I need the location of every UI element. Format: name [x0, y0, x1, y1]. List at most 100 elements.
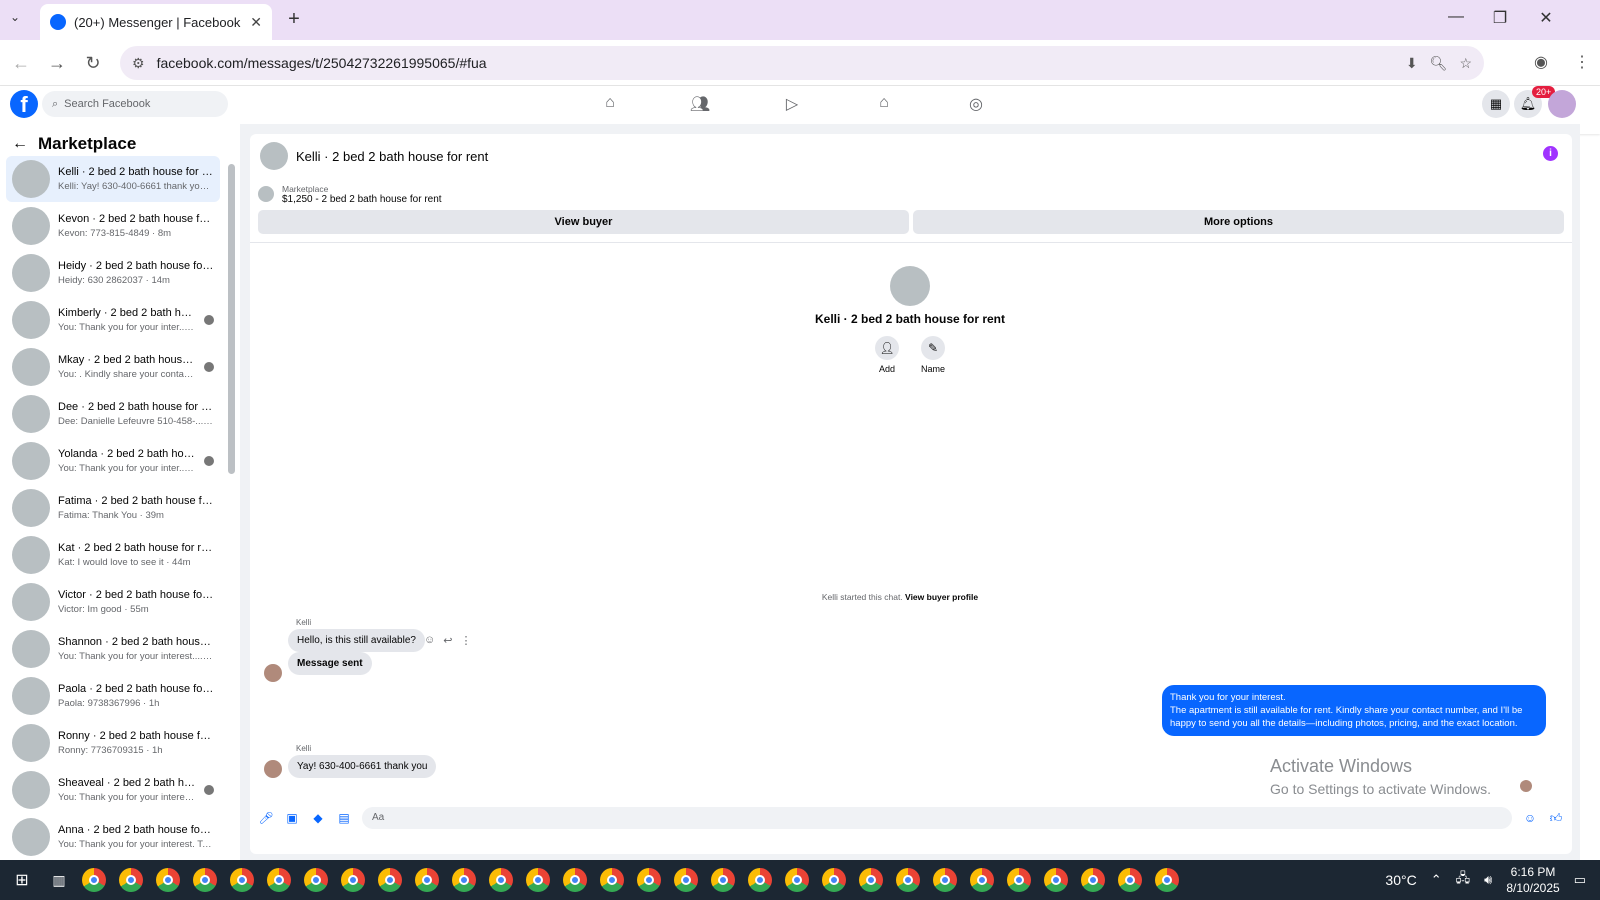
chat-header[interactable]: Kelli · 2 bed 2 bath house for rent: [260, 142, 488, 170]
chrome-taskbar-icon[interactable]: [822, 868, 846, 892]
chrome-taskbar-icon[interactable]: [119, 868, 143, 892]
back-arrow-icon[interactable]: ←: [12, 135, 28, 153]
conversation-item[interactable]: Paola · 2 bed 2 bath house for r... Paola…: [6, 673, 220, 719]
conversation-item[interactable]: Kimberly · 2 bed 2 bath hous... You: Than…: [6, 297, 220, 343]
chrome-taskbar-icon[interactable]: [1007, 868, 1031, 892]
task-view-icon[interactable]: ▥: [44, 872, 74, 889]
thumbs-up-icon[interactable]: 👍︎: [1548, 811, 1564, 826]
conversation-item[interactable]: Yolanda · 2 bed 2 bath house... You: Than…: [6, 438, 220, 484]
sender-avatar[interactable]: [264, 760, 282, 778]
chrome-taskbar-icon[interactable]: [970, 868, 994, 892]
more-options-button[interactable]: More options: [913, 210, 1564, 234]
chrome-taskbar-icon[interactable]: [563, 868, 587, 892]
message-bubble[interactable]: Yay! 630-400-6661 thank you: [288, 755, 437, 778]
chrome-taskbar-icon[interactable]: [82, 868, 106, 892]
conversation-item[interactable]: Dee · 2 bed 2 bath house for rent Dee: Da…: [6, 391, 220, 437]
chrome-taskbar-icon[interactable]: [1081, 868, 1105, 892]
chevron-up-icon[interactable]: ⌃: [1431, 872, 1442, 888]
groups-icon[interactable]: ◎: [964, 94, 988, 116]
chrome-taskbar-icon[interactable]: [267, 868, 291, 892]
name-button[interactable]: ✎ Name: [920, 336, 945, 374]
chrome-taskbar-icon[interactable]: [452, 868, 476, 892]
forward-icon[interactable]: →: [46, 52, 68, 74]
chrome-taskbar-icon[interactable]: [1155, 868, 1179, 892]
facebook-logo[interactable]: f: [10, 90, 38, 118]
restore-icon[interactable]: ❐: [1488, 8, 1512, 28]
gif-icon[interactable]: ▤: [336, 811, 352, 825]
omnibox[interactable]: ⚙ facebook.com/messages/t/25042732261995…: [120, 46, 1484, 80]
listing-summary[interactable]: Marketplace $1,250 - 2 bed 2 bath house …: [258, 184, 442, 205]
conversation-item[interactable]: Kat · 2 bed 2 bath house for rent Kat: I …: [6, 532, 220, 578]
chrome-taskbar-icon[interactable]: [489, 868, 513, 892]
chrome-taskbar-icon[interactable]: [378, 868, 402, 892]
chrome-taskbar-icon[interactable]: [600, 868, 624, 892]
conversation-item[interactable]: Kelli · 2 bed 2 bath house for re... Kell…: [6, 156, 220, 202]
photo-icon[interactable]: ▣: [284, 811, 300, 825]
windows-start-icon[interactable]: ⊞: [0, 870, 44, 890]
sticker-icon[interactable]: ◆: [310, 811, 326, 825]
minimize-icon[interactable]: —: [1444, 8, 1468, 26]
conversation-item[interactable]: Shannon · 2 bed 2 bath house f... You: Th…: [6, 626, 220, 672]
chrome-taskbar-icon[interactable]: [1044, 868, 1068, 892]
add-button[interactable]: 👤︎ Add: [874, 336, 899, 374]
conversation-item[interactable]: Fatima · 2 bed 2 bath house for... Fatima…: [6, 485, 220, 531]
chat-avatar[interactable]: [260, 142, 288, 170]
info-icon[interactable]: i: [1543, 146, 1558, 161]
site-info-icon[interactable]: ⚙: [132, 55, 145, 72]
chrome-taskbar-icon[interactable]: [526, 868, 550, 892]
emoji-icon[interactable]: ☺: [1522, 811, 1538, 825]
sidebar-scrollbar[interactable]: [228, 164, 235, 474]
chrome-taskbar-icon[interactable]: [711, 868, 735, 892]
chrome-taskbar-icon[interactable]: [896, 868, 920, 892]
close-tab-icon[interactable]: ✕: [250, 14, 262, 31]
reply-icon[interactable]: ↩: [443, 634, 452, 647]
home-icon[interactable]: ⌂: [598, 94, 622, 116]
chrome-taskbar-icon[interactable]: [785, 868, 809, 892]
conversation-item[interactable]: Victor · 2 bed 2 bath house for ... Victo…: [6, 579, 220, 625]
chrome-taskbar-icon[interactable]: [230, 868, 254, 892]
sender-avatar[interactable]: [264, 664, 282, 682]
react-icon[interactable]: ☺: [424, 634, 435, 647]
chrome-taskbar-icon[interactable]: [674, 868, 698, 892]
chrome-taskbar-icon[interactable]: [1118, 868, 1142, 892]
search-facebook-input[interactable]: ⌕ Search Facebook: [42, 91, 228, 117]
chrome-taskbar-icon[interactable]: [748, 868, 772, 892]
video-icon[interactable]: ▷: [780, 94, 804, 116]
more-icon[interactable]: ⋮: [460, 634, 471, 647]
network-icon[interactable]: 🖧︎: [1456, 869, 1471, 891]
chrome-taskbar-icon[interactable]: [156, 868, 180, 892]
conversation-item[interactable]: Kevon · 2 bed 2 bath house for ... Kevon:…: [6, 203, 220, 249]
message-bubble[interactable]: Hello, is this still available?: [288, 629, 425, 652]
conversation-item[interactable]: Sheaveal · 2 bed 2 bath hous... You: Than…: [6, 767, 220, 813]
volume-icon[interactable]: 🔊︎: [1484, 872, 1492, 888]
message-bubble[interactable]: Message sent: [288, 652, 372, 675]
weather-temp[interactable]: 30°C: [1385, 872, 1416, 888]
view-buyer-button[interactable]: View buyer: [258, 210, 909, 234]
url-text[interactable]: facebook.com/messages/t/2504273226199506…: [157, 55, 487, 71]
back-icon[interactable]: ←: [10, 52, 32, 74]
conversation-item[interactable]: Heidy · 2 bed 2 bath house for ... Heidy:…: [6, 250, 220, 296]
marketplace-icon[interactable]: ⌂: [872, 94, 896, 116]
conversation-item[interactable]: Anna · 2 bed 2 bath house for r... You: T…: [6, 814, 220, 860]
sent-message-bubble[interactable]: Thank you for your interest. The apartmen…: [1162, 685, 1546, 736]
friends-icon[interactable]: 👥︎: [688, 94, 712, 116]
conversation-item[interactable]: Mkay · 2 bed 2 bath house f... You: . Kin…: [6, 344, 220, 390]
conversation-item[interactable]: Ronny · 2 bed 2 bath house for... Ronny: …: [6, 720, 220, 766]
microphone-icon[interactable]: 🎤︎: [258, 811, 274, 825]
view-buyer-profile-link[interactable]: View buyer profile: [905, 592, 978, 602]
notification-center-icon[interactable]: ▭: [1574, 872, 1586, 888]
install-icon[interactable]: ⬇: [1406, 55, 1418, 72]
profile-avatar[interactable]: [890, 266, 930, 306]
chrome-taskbar-icon[interactable]: [341, 868, 365, 892]
new-tab-button[interactable]: +: [282, 8, 306, 32]
bookmark-star-icon[interactable]: ☆: [1459, 55, 1472, 72]
profile-icon[interactable]: ◉: [1534, 52, 1548, 72]
chrome-taskbar-icon[interactable]: [415, 868, 439, 892]
reload-icon[interactable]: ↻: [82, 52, 104, 74]
chrome-taskbar-icon[interactable]: [859, 868, 883, 892]
chrome-menu-icon[interactable]: ⋮: [1574, 52, 1590, 72]
tab-search-icon[interactable]: ⌄: [10, 10, 20, 24]
close-window-icon[interactable]: ✕: [1534, 8, 1558, 28]
menu-grid-icon[interactable]: ▦: [1482, 90, 1510, 118]
chrome-taskbar-icon[interactable]: [193, 868, 217, 892]
